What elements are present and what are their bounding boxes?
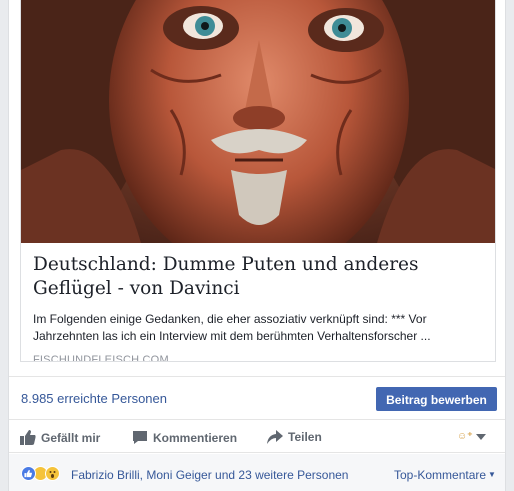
comment-sort-label: Top-Kommentare: [394, 468, 487, 482]
reach-row: 8.985 erreichte Personen Beitrag bewerbe…: [9, 376, 505, 420]
reaction-icons[interactable]: [21, 466, 60, 481]
like-button[interactable]: Gefällt mir: [20, 430, 100, 445]
caret-down-icon: ▼: [488, 470, 496, 479]
comment-icon: [133, 431, 147, 444]
comment-button[interactable]: Kommentieren: [132, 430, 237, 445]
reaction-picker-dropdown[interactable]: ☺⁺: [457, 431, 486, 442]
preview-domain: FISCHUNDFLEISCH.COM: [33, 354, 169, 362]
chevron-down-icon: [475, 433, 486, 440]
preview-description: Im Folgenden einige Gedanken, die eher a…: [33, 312, 431, 343]
comment-label: Kommentieren: [153, 430, 238, 445]
action-row: Gefällt mir Kommentieren Teilen ☺⁺: [9, 421, 505, 453]
boost-post-button[interactable]: Beitrag bewerben: [376, 387, 497, 411]
post-card: Deutschland: Dumme Puten und anderes Gef…: [8, 0, 506, 491]
like-reaction-icon: [21, 466, 36, 481]
comment-sort-dropdown[interactable]: Top-Kommentare ▼: [394, 468, 496, 482]
thumbs-up-icon: [20, 430, 36, 445]
share-button[interactable]: Teilen: [267, 430, 322, 444]
preview-image[interactable]: [21, 0, 495, 243]
preview-title[interactable]: Deutschland: Dumme Puten und anderes Gef…: [33, 253, 485, 301]
emoji-icon: ☺⁺: [457, 431, 473, 442]
share-label: Teilen: [288, 430, 322, 444]
share-arrow-icon: [267, 430, 283, 444]
reactions-row: Fabrizio Brilli, Moni Geiger und 23 weit…: [9, 454, 505, 491]
reach-count-link[interactable]: 8.985 erreichte Personen: [21, 391, 167, 406]
like-label: Gefällt mir: [41, 430, 101, 445]
link-preview[interactable]: Deutschland: Dumme Puten und anderes Gef…: [20, 0, 496, 362]
portrait-image: [21, 0, 495, 243]
reaction-names-link[interactable]: Fabrizio Brilli, Moni Geiger und 23 weit…: [71, 468, 348, 482]
wow-reaction-icon: [45, 466, 60, 481]
